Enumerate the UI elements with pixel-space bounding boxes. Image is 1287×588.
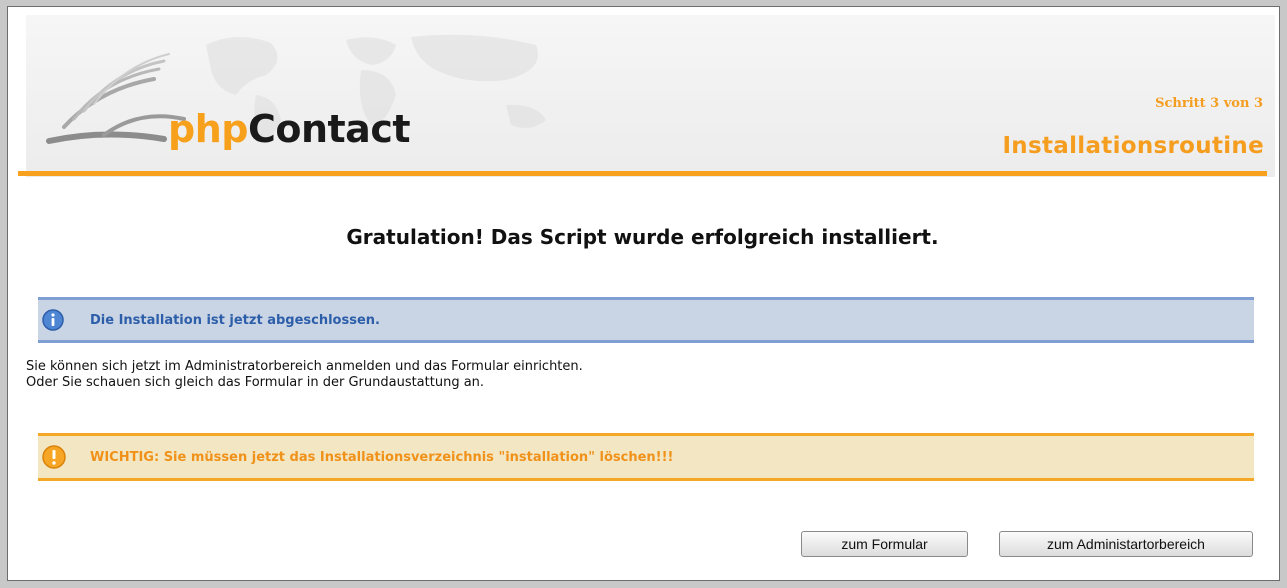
logo: phpContact <box>168 107 411 151</box>
logo-php: php <box>168 107 248 151</box>
warning-banner: WICHTIG: Sie müssen jetzt das Installati… <box>38 433 1254 481</box>
header-divider <box>18 171 1267 176</box>
info-icon <box>42 309 64 331</box>
page-title: Installationsroutine <box>1002 133 1264 159</box>
info-message: Die Installation ist jetzt abgeschlossen… <box>90 313 380 328</box>
warning-message: WICHTIG: Sie müssen jetzt das Installati… <box>90 450 674 465</box>
logo-contact: Contact <box>247 107 411 151</box>
instruction-line-2: Oder Sie schauen sich gleich das Formula… <box>26 375 485 390</box>
step-indicator: Schritt 3 von 3 <box>1155 96 1263 111</box>
info-banner: Die Installation ist jetzt abgeschlossen… <box>38 297 1254 343</box>
form-button[interactable]: zum Formular <box>801 531 968 557</box>
instructions: Sie können sich jetzt im Administratorbe… <box>26 359 583 391</box>
instruction-line-1: Sie können sich jetzt im Administratorbe… <box>26 359 583 374</box>
header: phpContact Schritt 3 von 3 Installations… <box>26 15 1275 177</box>
warning-icon <box>42 445 66 469</box>
admin-area-button[interactable]: zum Administartorbereich <box>999 531 1253 557</box>
page-frame: phpContact Schritt 3 von 3 Installations… <box>7 6 1280 581</box>
success-headline: Gratulation! Das Script wurde erfolgreic… <box>346 225 939 249</box>
